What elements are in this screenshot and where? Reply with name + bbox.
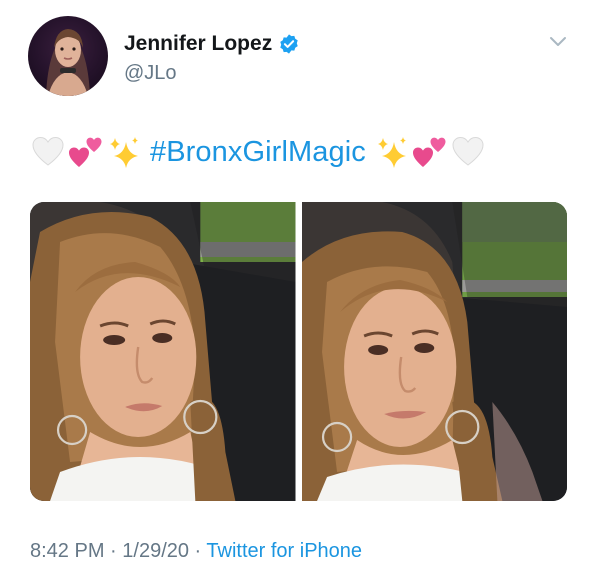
chevron-down-icon[interactable] — [549, 36, 567, 48]
tweet-time[interactable]: 8:42 PM — [30, 540, 104, 562]
tweet-source-link[interactable]: Twitter for iPhone — [206, 540, 362, 562]
tweet-text: #BronxGirlMagic — [30, 132, 488, 172]
hashtag-link[interactable]: #BronxGirlMagic — [150, 136, 366, 169]
verified-badge-icon — [278, 33, 300, 55]
tweet-photo-2[interactable] — [301, 202, 567, 501]
two-hearts-icon — [412, 134, 448, 170]
two-hearts-icon — [68, 134, 104, 170]
white-heart-icon — [30, 134, 66, 170]
author-name-row[interactable]: Jennifer Lopez — [124, 32, 300, 56]
white-heart-icon — [450, 134, 486, 170]
tweet-date[interactable]: 1/29/20 — [122, 540, 189, 562]
tweet-meta: 8:42 PM · 1/29/20 · Twitter for iPhone — [30, 540, 362, 563]
display-name[interactable]: Jennifer Lopez — [124, 32, 272, 56]
sparkles-icon — [374, 134, 410, 170]
meta-separator: · — [189, 540, 207, 562]
tweet-photo-1[interactable] — [30, 202, 296, 501]
media-grid — [30, 202, 567, 501]
handle[interactable]: @JLo — [124, 62, 177, 85]
meta-separator: · — [104, 540, 123, 562]
avatar[interactable] — [28, 16, 108, 96]
sparkles-icon — [106, 134, 142, 170]
